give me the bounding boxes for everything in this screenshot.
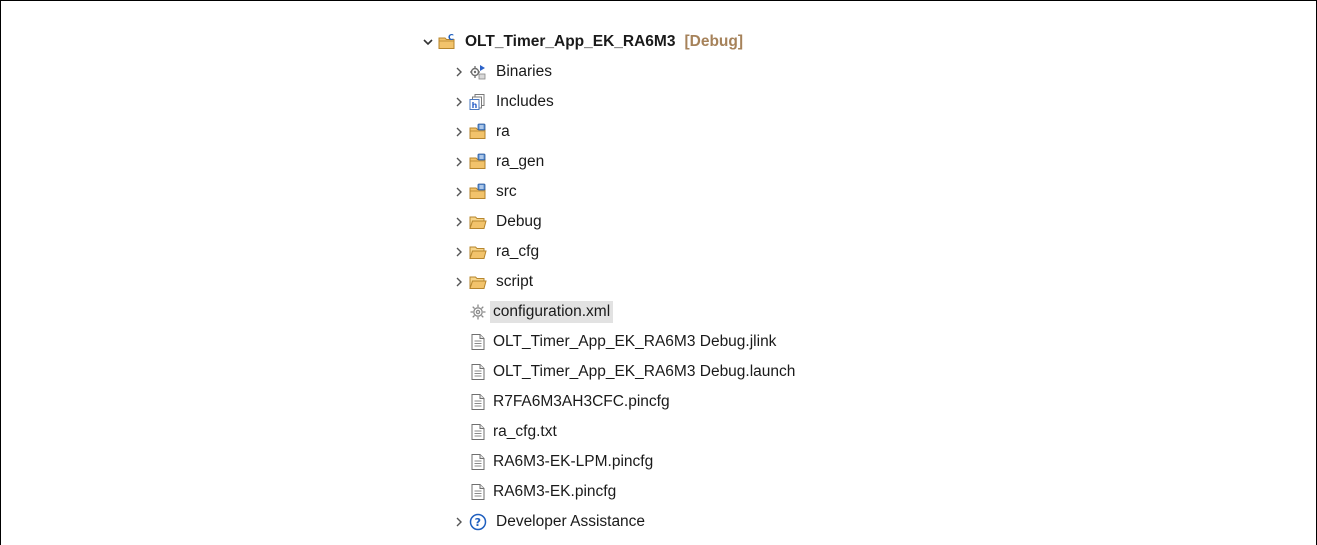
chevron-right-icon[interactable]	[451, 245, 466, 260]
file-icon	[469, 363, 487, 381]
file-icon	[469, 483, 487, 501]
tree-item[interactable]: ra	[420, 117, 940, 147]
chevron-right-icon[interactable]	[451, 185, 466, 200]
chevron-right-icon[interactable]	[451, 125, 466, 140]
tree-item-label: RA6M3-EK-LPM.pincfg	[493, 453, 654, 470]
tree-item-label: ra	[496, 123, 510, 140]
tree-item-label: Binaries	[496, 63, 552, 80]
folder-icon	[469, 213, 487, 231]
file-icon	[469, 423, 487, 441]
tree-item[interactable]: ra_cfg	[420, 237, 940, 267]
build-config-decoration: [Debug]	[684, 33, 744, 50]
tree-item[interactable]: src	[420, 177, 940, 207]
tree-item[interactable]: ra_gen	[420, 147, 940, 177]
tree-item-label: ra_gen	[496, 153, 545, 170]
file-icon	[469, 393, 487, 411]
chevron-right-icon[interactable]	[451, 515, 466, 530]
tree-item-label: OLT_Timer_App_EK_RA6M3 Debug.launch	[493, 363, 796, 380]
tree-item[interactable]: h Includes	[420, 87, 940, 117]
gear-icon	[469, 303, 487, 321]
tree-item-label: Debug	[496, 213, 542, 230]
tree-item[interactable]: script	[420, 267, 940, 297]
c-project-icon: C	[438, 33, 456, 51]
source-folder-icon	[469, 153, 487, 171]
tree-item-label: src	[496, 183, 517, 200]
folder-icon	[469, 243, 487, 261]
tree-item-label: Developer Assistance	[496, 513, 646, 530]
project-tree: C OLT_Timer_App_EK_RA6M3 [Debug] Binarie…	[420, 27, 940, 537]
chevron-right-icon[interactable]	[451, 65, 466, 80]
svg-text:?: ?	[475, 516, 481, 529]
tree-item[interactable]: Debug	[420, 207, 940, 237]
source-folder-icon	[469, 123, 487, 141]
tree-item-label: Includes	[496, 93, 554, 110]
help-icon: ?	[469, 513, 487, 531]
tree-item-label: ra_cfg.txt	[493, 423, 557, 440]
tree-item[interactable]: OLT_Timer_App_EK_RA6M3 Debug.jlink	[420, 327, 940, 357]
tree-item-label: R7FA6M3AH3CFC.pincfg	[493, 393, 670, 410]
tree-item[interactable]: ra_cfg.txt	[420, 417, 940, 447]
tree-item-label: ra_cfg	[496, 243, 540, 260]
tree-item-project-root[interactable]: C OLT_Timer_App_EK_RA6M3 [Debug]	[420, 27, 940, 57]
tree-item[interactable]: ? Developer Assistance	[420, 507, 940, 537]
source-folder-icon	[469, 183, 487, 201]
svg-text:h: h	[472, 101, 478, 110]
chevron-down-icon[interactable]	[420, 35, 435, 50]
folder-icon	[469, 273, 487, 291]
chevron-right-icon[interactable]	[451, 95, 466, 110]
file-icon	[469, 453, 487, 471]
tree-item[interactable]: R7FA6M3AH3CFC.pincfg	[420, 387, 940, 417]
tree-item-label: OLT_Timer_App_EK_RA6M3 Debug.jlink	[493, 333, 777, 350]
tree-item[interactable]: RA6M3-EK.pincfg	[420, 477, 940, 507]
chevron-right-icon[interactable]	[451, 275, 466, 290]
chevron-right-icon[interactable]	[451, 215, 466, 230]
tree-item[interactable]: configuration.xml	[420, 297, 940, 327]
file-icon	[469, 333, 487, 351]
tree-item-label: configuration.xml	[490, 301, 614, 323]
tree-item[interactable]: RA6M3-EK-LPM.pincfg	[420, 447, 940, 477]
project-name: OLT_Timer_App_EK_RA6M3	[465, 33, 676, 50]
tree-item[interactable]: Binaries	[420, 57, 940, 87]
tree-item-label: script	[496, 273, 534, 290]
tree-item[interactable]: OLT_Timer_App_EK_RA6M3 Debug.launch	[420, 357, 940, 387]
chevron-right-icon[interactable]	[451, 155, 466, 170]
svg-text:C: C	[448, 33, 454, 42]
tree-item-label: RA6M3-EK.pincfg	[493, 483, 617, 500]
binaries-icon	[469, 63, 487, 81]
includes-icon: h	[469, 93, 487, 111]
